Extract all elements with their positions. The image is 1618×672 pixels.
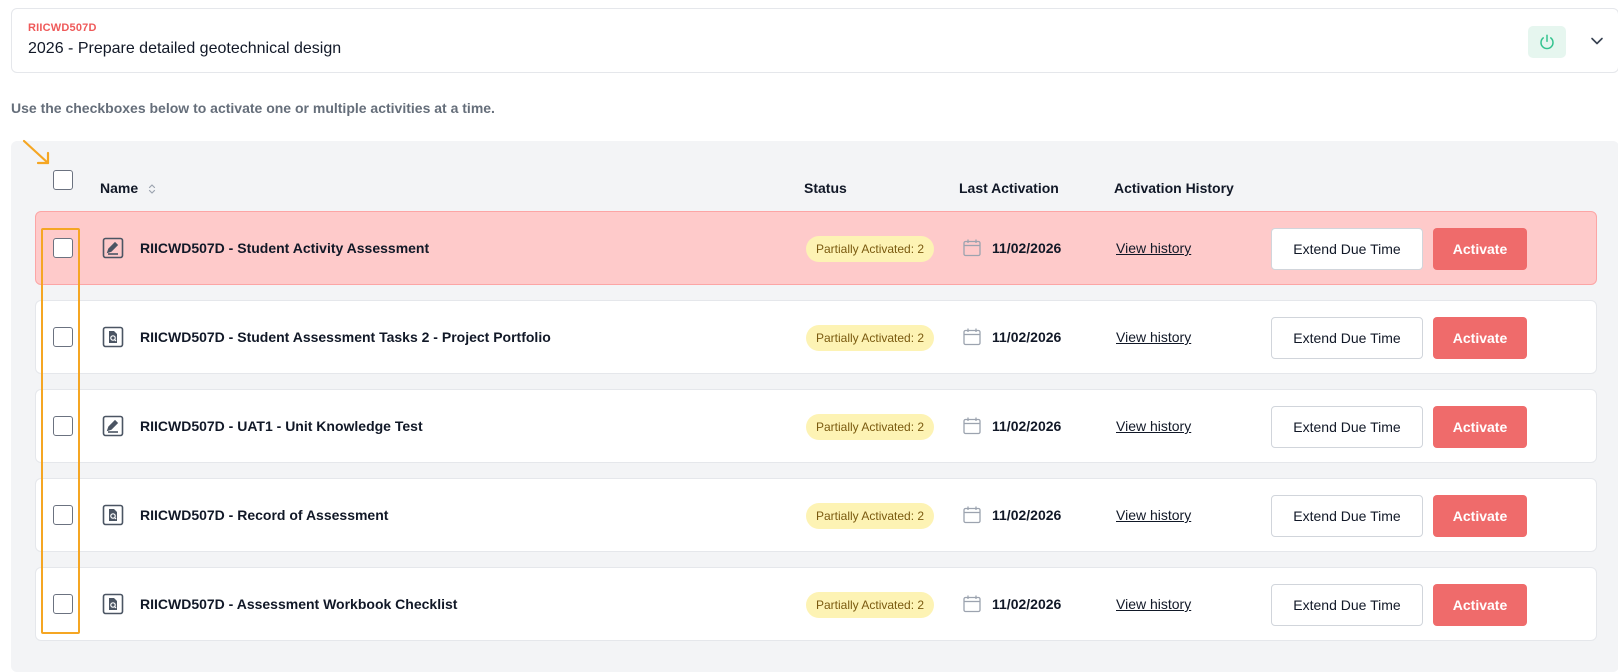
unit-card: RIICWD507D 2026 - Prepare detailed geote… [11, 8, 1618, 73]
status-badge: Partially Activated: 2 [806, 414, 935, 440]
chevron-down-icon [1591, 37, 1603, 45]
table-row: RIICWD507D - UAT1 - Unit Knowledge Test … [35, 389, 1597, 463]
status-badge: Partially Activated: 2 [806, 592, 935, 618]
calendar-icon [963, 239, 981, 257]
extend-due-time-button[interactable]: Extend Due Time [1271, 584, 1423, 626]
power-toggle-button[interactable] [1528, 26, 1566, 58]
view-history-link[interactable]: View history [1116, 240, 1191, 256]
row-checkbox[interactable] [53, 416, 73, 436]
extend-due-time-button[interactable]: Extend Due Time [1271, 317, 1423, 359]
table-row: RIICWD507D - Student Activity Assessment… [35, 211, 1597, 285]
search-document-icon [102, 326, 124, 348]
select-all-checkbox[interactable] [53, 170, 73, 190]
last-activation-date: 11/02/2026 [992, 418, 1062, 434]
row-checkbox[interactable] [53, 238, 73, 258]
activate-button[interactable]: Activate [1433, 228, 1527, 270]
calendar-icon [963, 328, 981, 346]
activate-button[interactable]: Activate [1433, 406, 1527, 448]
edit-document-icon [102, 415, 124, 437]
calendar-icon [963, 417, 981, 435]
activate-button[interactable]: Activate [1433, 495, 1527, 537]
sort-icon [148, 184, 156, 194]
table-row: RIICWD507D - Assessment Workbook Checkli… [35, 567, 1597, 641]
extend-due-time-button[interactable]: Extend Due Time [1271, 406, 1423, 448]
expand-chevron-button[interactable] [1587, 31, 1607, 51]
last-activation-date: 11/02/2026 [992, 240, 1062, 256]
view-history-link[interactable]: View history [1116, 507, 1191, 523]
power-icon [1540, 34, 1554, 50]
activity-name: RIICWD507D - UAT1 - Unit Knowledge Test [140, 418, 423, 434]
row-checkbox[interactable] [53, 327, 73, 347]
column-header-activation-history: Activation History [1114, 180, 1234, 196]
column-header-name-label: Name [100, 180, 139, 196]
column-header-last-activation: Last Activation [959, 180, 1059, 196]
extend-due-time-button[interactable]: Extend Due Time [1271, 495, 1423, 537]
column-header-name[interactable]: Name [100, 180, 156, 196]
calendar-icon [963, 595, 981, 613]
column-header-status: Status [804, 180, 847, 196]
activate-button[interactable]: Activate [1433, 317, 1527, 359]
view-history-link[interactable]: View history [1116, 329, 1191, 345]
status-badge: Partially Activated: 2 [806, 325, 935, 351]
search-document-icon [102, 593, 124, 615]
last-activation-date: 11/02/2026 [992, 596, 1062, 612]
table-row: RIICWD507D - Student Assessment Tasks 2 … [35, 300, 1597, 374]
status-badge: Partially Activated: 2 [806, 503, 935, 529]
edit-document-icon [102, 237, 124, 259]
row-checkbox[interactable] [53, 594, 73, 614]
calendar-icon [963, 506, 981, 524]
activity-name: RIICWD507D - Student Assessment Tasks 2 … [140, 329, 551, 345]
activity-name: RIICWD507D - Assessment Workbook Checkli… [140, 596, 458, 612]
last-activation-date: 11/02/2026 [992, 329, 1062, 345]
instructions-text: Use the checkboxes below to activate one… [11, 100, 495, 116]
table-row: RIICWD507D - Record of Assessment Partia… [35, 478, 1597, 552]
unit-title: 2026 - Prepare detailed geotechnical des… [28, 40, 342, 57]
last-activation-date: 11/02/2026 [992, 507, 1062, 523]
status-badge: Partially Activated: 2 [806, 236, 935, 262]
page: RIICWD507D 2026 - Prepare detailed geote… [0, 0, 1618, 672]
unit-code: RIICWD507D [28, 22, 97, 34]
view-history-link[interactable]: View history [1116, 418, 1191, 434]
view-history-link[interactable]: View history [1116, 596, 1191, 612]
activity-name: RIICWD507D - Student Activity Assessment [140, 240, 430, 256]
search-document-icon [102, 504, 124, 526]
extend-due-time-button[interactable]: Extend Due Time [1271, 228, 1423, 270]
activity-name: RIICWD507D - Record of Assessment [140, 507, 389, 523]
activate-button[interactable]: Activate [1433, 584, 1527, 626]
row-checkbox[interactable] [53, 505, 73, 525]
